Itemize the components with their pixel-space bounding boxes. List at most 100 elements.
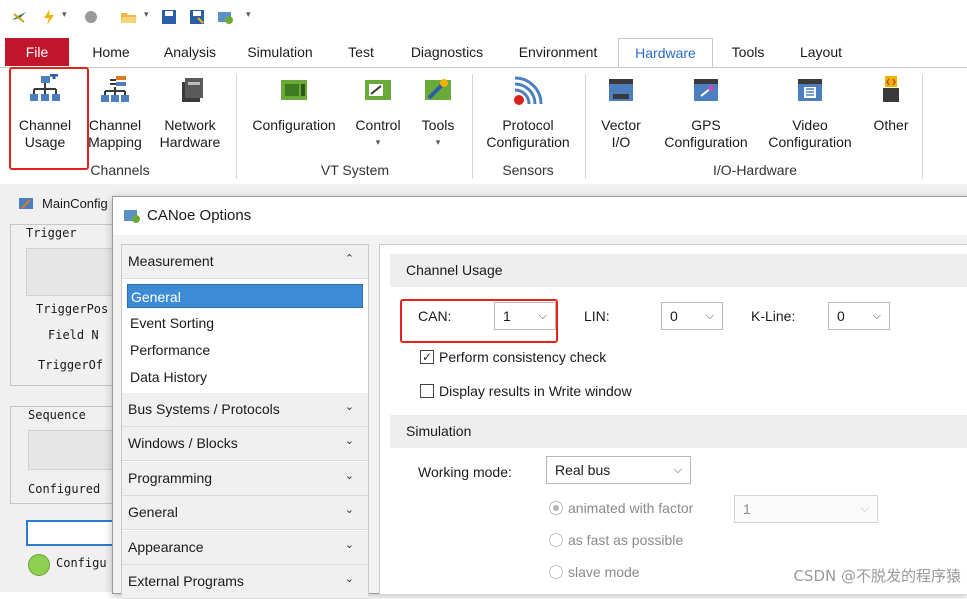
vt-tools-icon [425,79,451,100]
save-as-icon[interactable] [188,8,206,26]
nav-section-measurement[interactable]: Measurement ⌃ [122,245,368,279]
fast-radio[interactable] [549,533,563,547]
canoe-logo-icon[interactable] [10,8,28,26]
highlight-channel-usage [9,67,89,170]
slave-label: slave mode [568,564,640,580]
tab-home[interactable]: Home [83,38,139,66]
fast-label: as fast as possible [568,532,684,548]
vector-io-button[interactable]: Vector I/O [592,74,650,151]
watermark: CSDN @不脱发的程序猿 [793,567,961,585]
expand-icon[interactable]: ⌄ [345,400,354,413]
tab-diagnostics[interactable]: Diagnostics [400,38,494,66]
kline-value: 0 [837,308,845,324]
vt-control-button[interactable]: Control ▾ [350,74,406,151]
expand-icon[interactable]: ⌄ [345,572,354,585]
trigger-of-label: TriggerOf [38,358,104,372]
nav-section-label: Measurement [128,253,214,269]
working-mode-select[interactable]: Real bus ⌵ [546,456,691,484]
nav-section-general[interactable]: General ⌄ [122,496,368,530]
main-config-title: MainConfig [42,196,108,211]
chevron-down-icon: ⌵ [860,503,869,515]
channel-mapping-label-2: Mapping [88,134,142,150]
lin-label: LIN: [584,308,610,324]
tab-layout[interactable]: Layout [788,38,854,66]
nav-item-general[interactable]: General [127,284,363,308]
nav-section-label: Bus Systems / Protocols [128,401,280,417]
channel-mapping-button[interactable]: Channel Mapping [84,74,146,151]
vt-tools-button[interactable]: Tools ▾ [414,74,462,151]
can-channels-select[interactable]: 1 ⌵ [494,302,556,330]
start-dropdown-icon[interactable]: ▾ [62,10,67,20]
vt-configuration-label: Configuration [252,117,336,133]
customize-toolbar-icon[interactable]: ▾ [246,10,251,20]
configured-label: Configured [28,482,101,496]
video-icon [798,79,822,101]
chevron-down-icon: ⌵ [705,310,714,322]
canoe-options-icon [124,210,140,223]
protocol-configuration-label-2: Configuration [486,134,570,150]
vt-tools-dropdown-icon[interactable]: ▾ [414,134,462,151]
gps-icon [694,79,718,101]
save-icon[interactable] [160,8,178,26]
dialog-title-bar: CANoe Options [113,197,967,235]
tab-environment[interactable]: Environment [506,38,610,66]
gps-configuration-label-2: Configuration [664,134,748,150]
kline-channels-select[interactable]: 0 ⌵ [828,302,890,330]
vt-configuration-button[interactable]: Configuration [246,74,342,134]
other-io-button[interactable]: Other [866,74,916,134]
nav-section-programming[interactable]: Programming ⌄ [122,462,368,496]
expand-icon[interactable]: ⌄ [345,503,354,516]
animation-factor-select[interactable]: 1 ⌵ [734,495,878,523]
consistency-checkbox[interactable]: ✓ [420,350,434,364]
window-icon [19,198,33,209]
open-folder-icon[interactable] [120,8,138,26]
vt-control-dropdown-icon[interactable]: ▾ [350,134,406,151]
progress-field[interactable] [26,520,118,546]
trigger-button[interactable] [26,248,118,296]
configuration-icon[interactable] [216,8,234,26]
tab-file[interactable]: File [5,38,69,66]
tab-hardware[interactable]: Hardware [618,38,713,68]
expand-icon[interactable]: ⌄ [345,469,354,482]
channel-mapping-icon [101,76,129,102]
vector-io-icon [609,79,633,101]
status-led-icon [28,554,50,576]
network-hardware-button[interactable]: Network Hardware [153,74,227,151]
tab-simulation[interactable]: Simulation [238,38,322,66]
dialog-title: CANoe Options [147,207,252,224]
lightning-start-icon[interactable] [40,8,58,26]
protocol-configuration-button[interactable]: Protocol Configuration [480,74,576,151]
display-results-checkbox[interactable] [420,384,434,398]
nav-item-event-sorting[interactable]: Event Sorting [127,311,363,335]
expand-icon[interactable]: ⌄ [345,434,354,447]
sequence-button[interactable] [28,430,118,470]
nav-section-external-programs[interactable]: External Programs ⌄ [122,565,368,599]
tab-test[interactable]: Test [338,38,384,66]
vt-control-icon [365,80,391,100]
simulation-header: Simulation [390,415,967,448]
video-configuration-label-1: Video [792,117,828,133]
nav-item-data-history[interactable]: Data History [127,365,363,389]
nav-section-bus-systems[interactable]: Bus Systems / Protocols ⌄ [122,393,368,427]
gps-configuration-button[interactable]: GPS Configuration [658,74,754,151]
animated-radio[interactable] [549,501,563,515]
working-mode-value: Real bus [555,462,611,478]
group-label-channels: Channels [90,162,150,178]
expand-icon[interactable]: ⌄ [345,538,354,551]
open-dropdown-icon[interactable]: ▾ [144,10,149,20]
nav-section-label: External Programs [128,573,244,589]
vt-control-label: Control [355,117,401,133]
nav-section-windows-blocks[interactable]: Windows / Blocks ⌄ [122,427,368,461]
nav-section-appearance[interactable]: Appearance ⌄ [122,531,368,565]
nav-item-performance[interactable]: Performance [127,338,363,362]
video-configuration-button[interactable]: Video Configuration [762,74,858,151]
config-status-label: Configu [56,556,107,570]
trigger-pos-label: TriggerPos [36,302,109,316]
tab-tools[interactable]: Tools [722,38,774,66]
tab-analysis[interactable]: Analysis [155,38,225,66]
collapse-icon[interactable]: ⌃ [345,252,354,265]
slave-radio[interactable] [549,565,563,579]
group-label-vt-system: VT System [320,162,390,178]
stop-icon[interactable] [82,8,100,26]
lin-channels-select[interactable]: 0 ⌵ [661,302,723,330]
